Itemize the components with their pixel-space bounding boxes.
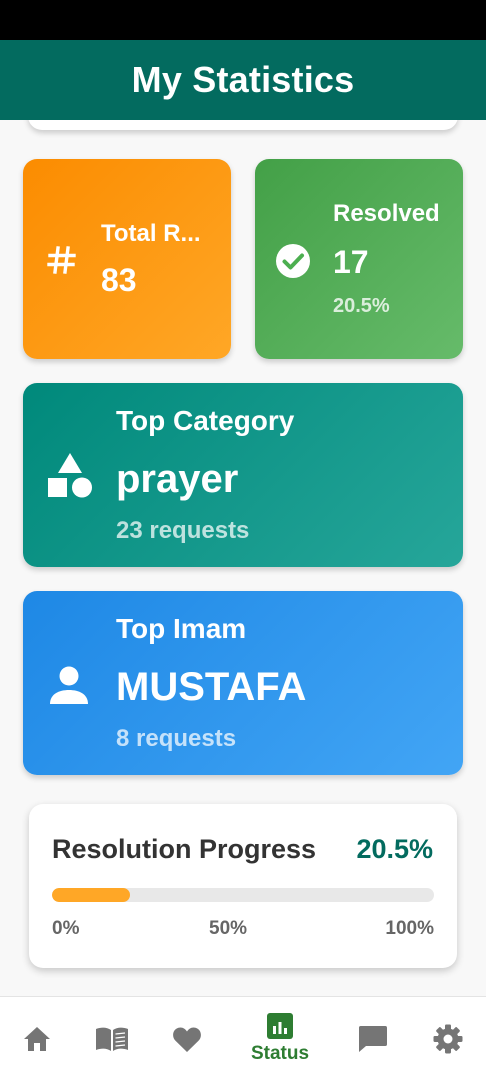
book-icon: [96, 1027, 128, 1051]
top-imam-card: Top Imam MUSTAFA 8 requests: [23, 591, 463, 775]
nav-status[interactable]: Status: [245, 997, 315, 1080]
nav-home[interactable]: [2, 997, 72, 1080]
resolution-progress-track: [52, 888, 434, 902]
hash-icon: [47, 246, 76, 274]
top-imam-value: MUSTAFA: [116, 665, 307, 709]
page-title: My Statistics: [131, 59, 355, 100]
nav-book[interactable]: [77, 997, 147, 1080]
heart-icon: [173, 1027, 201, 1052]
top-category-card: Top Category prayer 23 requests: [23, 383, 463, 567]
check-circle-icon: [276, 244, 310, 278]
gear-icon: [433, 1024, 463, 1054]
nav-chat[interactable]: [338, 997, 408, 1080]
person-icon: [50, 666, 88, 704]
chat-icon: [359, 1026, 387, 1052]
top-imam-requests: 8 requests: [116, 725, 237, 752]
nav-status-label: Status: [250, 1043, 310, 1064]
total-requests-value: 83: [101, 262, 137, 298]
resolved-percent: 20.5%: [333, 295, 390, 317]
resolved-card: Resolved 17 20.5%: [255, 159, 463, 359]
progress-tick-100: 100%: [385, 918, 434, 939]
total-requests-card: Total R... 83: [23, 159, 231, 359]
top-imam-label: Top Imam: [116, 613, 247, 644]
system-status-bar: [0, 0, 486, 40]
resolution-progress-card: Resolution Progress 20.5% 0% 50% 100%: [29, 804, 457, 968]
app-header: My Statistics: [0, 40, 486, 120]
home-icon: [24, 1027, 50, 1051]
top-category-value: prayer: [116, 457, 239, 501]
resolved-label: Resolved: [333, 200, 440, 227]
top-category-requests: 23 requests: [116, 517, 250, 544]
resolution-progress-percent: 20.5%: [356, 834, 433, 864]
resolution-progress-fill: [52, 888, 131, 902]
statistics-scroll-area[interactable]: Total R... 83 Resolved 17 20.5% Top Cate…: [0, 120, 486, 996]
progress-tick-0: 0%: [52, 918, 80, 939]
resolution-progress-title: Resolution Progress: [52, 834, 317, 864]
top-category-label: Top Category: [116, 405, 295, 436]
bottom-navigation: Status: [0, 996, 486, 1080]
bar-chart-icon: [267, 1013, 293, 1039]
resolved-value: 17: [333, 244, 369, 280]
total-requests-label: Total R...: [101, 220, 201, 247]
progress-tick-50: 50%: [209, 918, 248, 939]
category-shapes-icon: [48, 453, 92, 498]
partially-visible-card: [28, 120, 458, 130]
nav-favorites[interactable]: [152, 997, 222, 1080]
nav-settings[interactable]: [413, 997, 483, 1080]
